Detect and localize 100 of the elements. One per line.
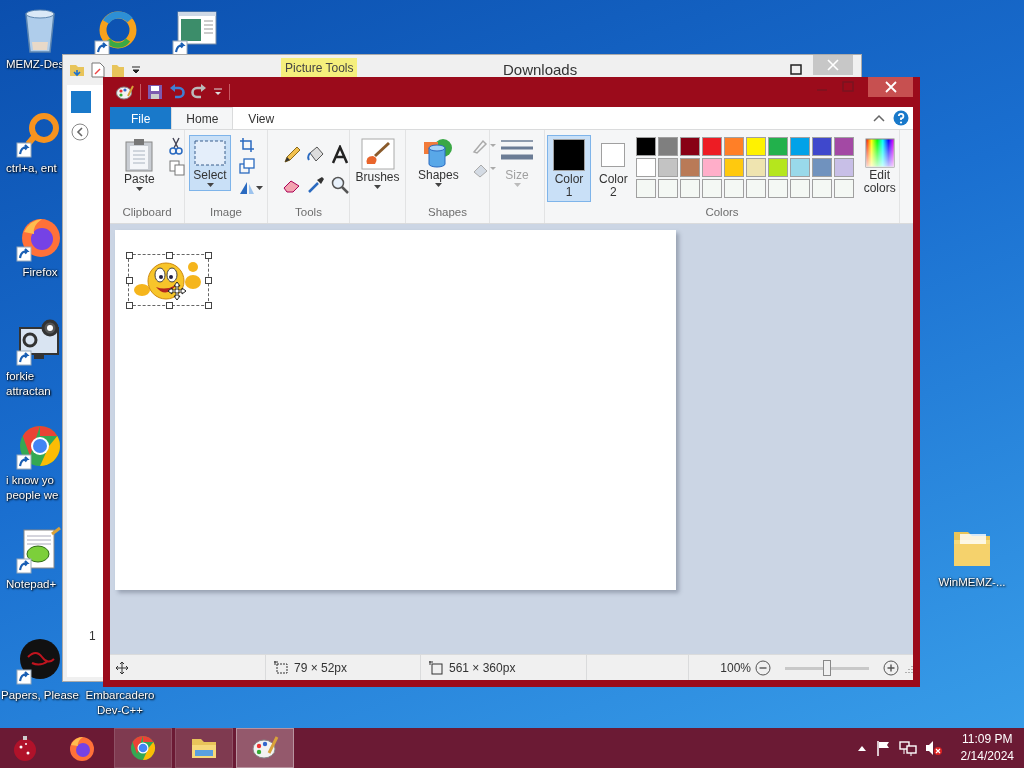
- color-one-button[interactable]: Color 1: [547, 135, 591, 202]
- brushes-button[interactable]: Brushes: [351, 135, 404, 193]
- caret-icon[interactable]: [374, 185, 381, 190]
- clock-date[interactable]: 2/14/2024: [960, 748, 1014, 765]
- color-swatch[interactable]: [789, 137, 810, 156]
- ornament-icon: [11, 734, 39, 762]
- flag-icon[interactable]: [874, 740, 891, 756]
- color-swatch[interactable]: [767, 158, 788, 177]
- caret-icon[interactable]: [206, 183, 214, 188]
- color-swatch[interactable]: [789, 158, 810, 177]
- cut-icon[interactable]: [168, 137, 183, 155]
- shapes-button[interactable]: Shapes: [414, 135, 463, 191]
- group-label: Shapes: [427, 206, 468, 220]
- icon-label: Papers, Please: [1, 688, 79, 703]
- smiley-drawing: [133, 259, 203, 301]
- zoom-in-icon[interactable]: [883, 659, 899, 676]
- color-swatch[interactable]: [723, 137, 744, 156]
- selection-icon: [193, 138, 227, 168]
- selection-box[interactable]: [128, 254, 209, 306]
- color-swatch[interactable]: [811, 158, 832, 177]
- palette-icon: [251, 734, 279, 762]
- color-swatch[interactable]: [635, 137, 656, 156]
- slider-thumb[interactable]: [823, 659, 831, 676]
- color-swatch[interactable]: [833, 137, 854, 156]
- color-swatch[interactable]: [701, 158, 722, 177]
- resize-handle[interactable]: [126, 277, 133, 284]
- caret-icon[interactable]: [434, 183, 442, 188]
- selection-size-icon: [274, 660, 288, 675]
- resize-handle[interactable]: [205, 302, 212, 309]
- move-icon: [116, 661, 128, 674]
- redo-icon[interactable]: [191, 84, 207, 100]
- select-button[interactable]: Select: [189, 135, 231, 191]
- icon-label: forkie attractan: [6, 369, 51, 399]
- color-swatch[interactable]: [723, 158, 744, 177]
- color-swatch[interactable]: [679, 137, 700, 156]
- help-icon[interactable]: [893, 110, 909, 126]
- resize-handle[interactable]: [205, 252, 212, 259]
- crop-icon[interactable]: [239, 137, 255, 153]
- color-swatch[interactable]: [657, 158, 678, 177]
- network-icon[interactable]: [898, 740, 917, 756]
- color-picker-icon[interactable]: [306, 175, 326, 195]
- collapse-icon[interactable]: [873, 113, 885, 123]
- group-label: Tools: [294, 206, 323, 220]
- color-swatch[interactable]: [657, 137, 678, 156]
- color-swatch[interactable]: [833, 158, 854, 177]
- color-swatch[interactable]: [767, 137, 788, 156]
- paste-button[interactable]: Paste: [120, 135, 159, 195]
- resize-handle[interactable]: [126, 302, 133, 309]
- canvas-size-icon: [429, 660, 443, 675]
- resize-handle[interactable]: [165, 302, 173, 309]
- edit-colors-button[interactable]: Edit colors: [859, 135, 900, 198]
- copy-icon[interactable]: [168, 160, 185, 176]
- fox-browser-icon: [68, 734, 96, 762]
- document-icon[interactable]: [91, 62, 105, 78]
- selection-size: 79 × 52px: [294, 660, 348, 675]
- resize-handle[interactable]: [205, 277, 212, 284]
- color-swatch[interactable]: [679, 158, 700, 177]
- brush-icon: [360, 138, 395, 170]
- icon-label: i know yo people we: [6, 473, 59, 503]
- pencil-icon[interactable]: [282, 145, 302, 165]
- ribbon-tab[interactable]: File: [110, 107, 172, 129]
- group-label: Colors: [704, 206, 740, 220]
- ribbon-tab[interactable]: Home: [171, 107, 234, 129]
- close-icon[interactable]: [868, 77, 913, 97]
- zoom-level: 100%: [720, 660, 751, 675]
- magnifier-icon[interactable]: [330, 175, 350, 195]
- speaker-muted-icon[interactable]: [924, 740, 943, 756]
- taskbar-button[interactable]: [236, 728, 294, 768]
- back-icon[interactable]: [71, 123, 89, 141]
- save-icon[interactable]: [147, 84, 163, 100]
- clipboard-icon: [124, 138, 155, 172]
- rainbow-icon: [864, 138, 895, 168]
- color-swatch[interactable]: [635, 158, 656, 177]
- color-swatch[interactable]: [701, 137, 722, 156]
- color-swatch[interactable]: [745, 137, 766, 156]
- caret-icon[interactable]: [135, 187, 143, 192]
- resize-icon[interactable]: [239, 158, 255, 174]
- clock-time[interactable]: 11:09 PM: [962, 731, 1013, 748]
- folder-icon[interactable]: [69, 62, 85, 78]
- zoom-out-icon[interactable]: [755, 659, 771, 676]
- color-swatch[interactable]: [745, 158, 766, 177]
- taskbar-button[interactable]: [114, 728, 172, 768]
- icon-label: Notepad+: [6, 577, 57, 592]
- icon-label: WinMEMZ-...: [938, 575, 1006, 590]
- taskbar-button[interactable]: [175, 728, 233, 768]
- icon-label: Firefox: [22, 265, 58, 280]
- resize-handle[interactable]: [165, 252, 173, 259]
- icon-label: Embarcadero Dev-C++: [85, 688, 155, 718]
- palette-icon[interactable]: [116, 84, 134, 100]
- text-icon[interactable]: [330, 145, 350, 165]
- caret-icon[interactable]: [131, 65, 141, 75]
- window-title: Downloads: [503, 61, 578, 78]
- chevron-up-icon[interactable]: [856, 744, 867, 752]
- color-two-button[interactable]: Color 2: [595, 135, 632, 202]
- resize-handle[interactable]: [126, 252, 133, 259]
- caret-icon[interactable]: [213, 87, 223, 97]
- context-tab[interactable]: Picture Tools: [281, 58, 358, 78]
- icon-label: MEMZ-Des: [6, 57, 65, 72]
- color-swatch[interactable]: [811, 137, 832, 156]
- folder-icon[interactable]: [111, 62, 125, 78]
